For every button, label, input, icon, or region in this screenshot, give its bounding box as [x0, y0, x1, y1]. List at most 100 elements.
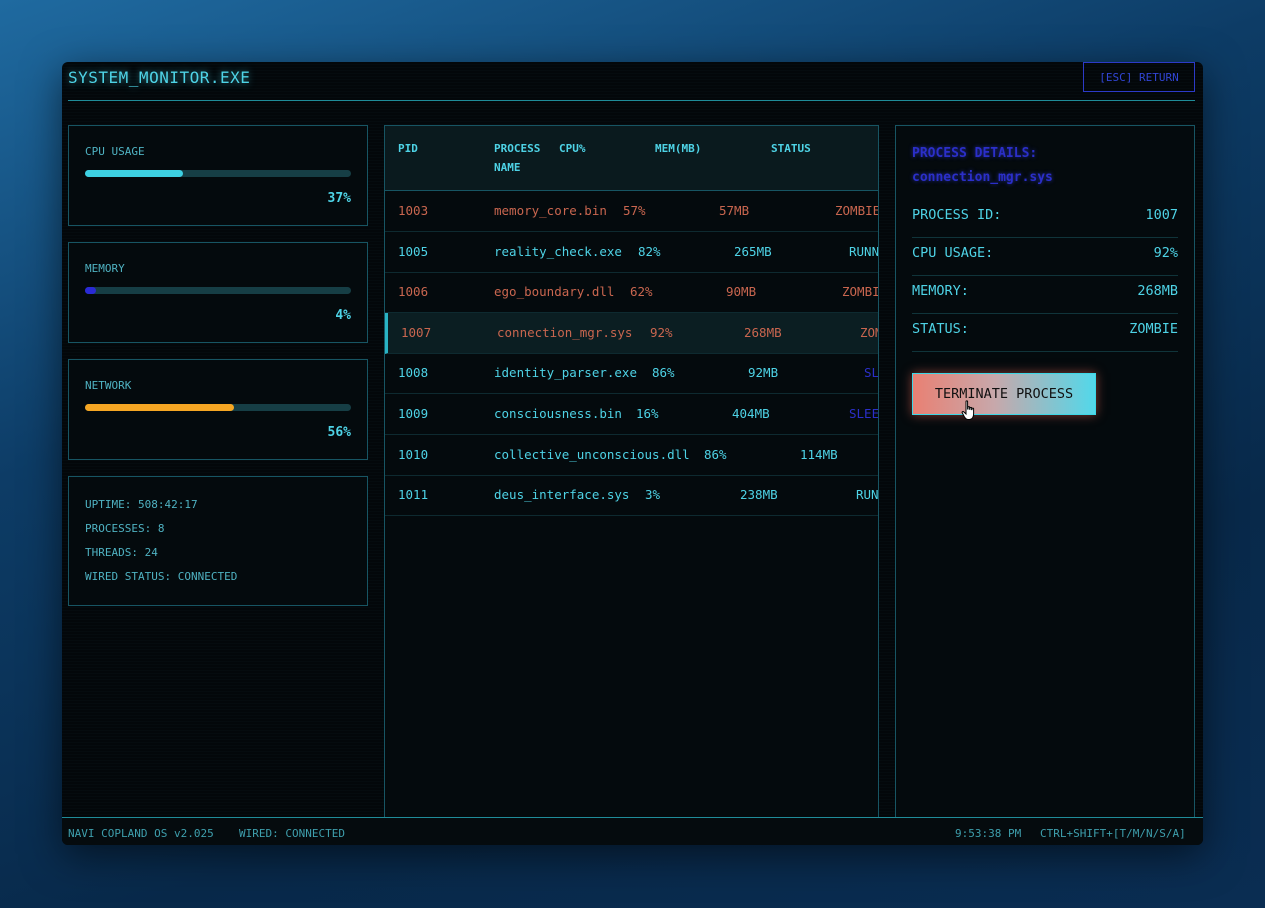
network-value: 56% [327, 425, 351, 440]
cpu-usage-value: 37% [327, 191, 351, 206]
os-version-text: NAVI COPLAND OS v2.025 [68, 827, 214, 840]
uptime-text: UPTIME: 508:42:17 [85, 498, 198, 511]
cell-mem: 404MB [732, 406, 770, 421]
cell-cpu: 62% [630, 284, 653, 300]
shortcuts-text: CTRL+SHIFT+[T/M/N/S/A] [1040, 827, 1186, 840]
cell-status: SLEE [849, 406, 879, 421]
cell-status: ZOMBI [842, 284, 879, 300]
header-process-line2: NAME [494, 161, 521, 174]
cpu-usage-label: CPU USAGE [85, 145, 145, 158]
cell-mem: 114MB [800, 446, 838, 462]
header-process-line1: PROCESS [494, 142, 541, 155]
process-details-panel: PROCESS DETAILS: connection_mgr.sys PROC… [895, 125, 1195, 818]
esc-return-button[interactable]: [ESC] RETURN [1083, 62, 1195, 92]
detail-row-cpu: CPU USAGE: 92% [912, 237, 1178, 276]
cell-pid: 1007 [401, 324, 432, 340]
cell-process-name: consciousness.bin [494, 406, 622, 421]
detail-row-status: STATUS: ZOMBIE [912, 313, 1178, 352]
cpu-usage-bar [85, 170, 351, 177]
cpu-usage-bar-fill [85, 170, 184, 177]
table-row[interactable]: 1011 deus_interface.sys 3% 238MB RUN [385, 475, 879, 517]
process-table: PID PROCESS NAME CPU% MEM(MB) STATUS 100… [384, 125, 879, 818]
cell-cpu: 86% [652, 365, 675, 381]
cell-status: RUN [856, 487, 879, 503]
cell-pid: 1003 [398, 203, 429, 218]
header-process-name[interactable]: PROCESS NAME [494, 139, 540, 177]
detail-value: 268MB [1137, 283, 1178, 299]
memory-bar [85, 287, 351, 294]
cell-pid: 1008 [398, 365, 429, 381]
header-mem[interactable]: MEM(MB) [655, 139, 701, 158]
detail-key: STATUS: [912, 321, 969, 337]
details-heading: PROCESS DETAILS: [912, 146, 1038, 161]
cell-pid: 1006 [398, 284, 429, 300]
network-panel: NETWORK 56% [68, 359, 368, 460]
table-row[interactable]: 1009 consciousness.bin 16% 404MB SLEE [385, 394, 878, 435]
table-header: PID PROCESS NAME CPU% MEM(MB) STATUS [385, 126, 878, 191]
terminate-process-label: TERMINATE PROCESS [934, 386, 1074, 402]
cell-mem: 265MB [734, 243, 772, 259]
cell-status: SL [864, 365, 879, 381]
detail-row-memory: MEMORY: 268MB [912, 275, 1178, 314]
cell-mem: 90MB [726, 284, 757, 300]
header-pid[interactable]: PID [398, 139, 418, 158]
cell-cpu: 92% [650, 324, 673, 340]
cell-cpu: 57% [623, 203, 646, 218]
threads-count-text: THREADS: 24 [85, 546, 158, 559]
cell-process-name: collective_unconscious.dll [494, 446, 690, 462]
cell-pid: 1009 [398, 406, 429, 421]
table-row[interactable]: 1010 collective_unconscious.dll 86% 114MB [385, 435, 878, 476]
cell-process-name: identity_parser.exe [494, 365, 637, 381]
table-row[interactable]: 1003 memory_core.bin 57% 57MB ZOMBIE [385, 191, 878, 232]
network-bar [85, 404, 351, 411]
detail-value: 92% [1153, 245, 1178, 261]
title-divider [68, 100, 1195, 101]
detail-row-pid: PROCESS ID: 1007 [912, 199, 1178, 238]
wired-status-text: WIRED STATUS: CONNECTED [85, 570, 238, 583]
cpu-usage-panel: CPU USAGE 37% [68, 125, 368, 226]
cell-process-name: reality_check.exe [494, 243, 622, 259]
table-row[interactable]: 1008 identity_parser.exe 86% 92MB SL [385, 353, 879, 395]
cell-cpu: 82% [638, 243, 661, 259]
cell-mem: 92MB [748, 365, 779, 381]
system-monitor-window: SYSTEM_MONITOR.EXE [ESC] RETURN CPU USAG… [62, 62, 1203, 845]
memory-bar-fill [85, 287, 96, 294]
system-info-panel: UPTIME: 508:42:17 PROCESSES: 8 THREADS: … [68, 476, 368, 606]
table-row[interactable]: 1005 reality_check.exe 82% 265MB RUNN [385, 232, 878, 273]
wired-connection-text: WIRED: CONNECTED [239, 827, 345, 840]
cell-cpu: 3% [645, 487, 661, 503]
cell-cpu: 86% [704, 446, 727, 462]
clock-text: 9:53:38 PM [955, 827, 1022, 840]
cell-process-name: deus_interface.sys [494, 487, 630, 503]
status-bar: NAVI COPLAND OS v2.025 WIRED: CONNECTED … [62, 817, 1203, 845]
cell-mem: 268MB [744, 324, 782, 340]
detail-key: PROCESS ID: [912, 207, 1002, 223]
terminate-process-button[interactable]: TERMINATE PROCESS [912, 373, 1096, 420]
cell-mem: 238MB [740, 487, 778, 503]
cell-pid: 1011 [398, 487, 429, 503]
memory-value: 4% [335, 308, 351, 323]
cell-process-name: memory_core.bin [494, 203, 607, 218]
memory-panel: MEMORY 4% [68, 242, 368, 343]
network-label: NETWORK [85, 379, 132, 392]
detail-key: MEMORY: [912, 283, 969, 299]
cell-process-name: connection_mgr.sys [497, 324, 633, 340]
table-row[interactable]: 1006 ego_boundary.dll 62% 90MB ZOMBI [385, 272, 879, 314]
cell-status: RUNN [849, 243, 879, 259]
header-status[interactable]: STATUS [771, 139, 811, 158]
table-row-selected[interactable]: 1007 connection_mgr.sys 92% 268MB ZOM [385, 312, 878, 354]
cell-status: ZOMBIE [835, 203, 879, 218]
cell-pid: 1010 [398, 446, 429, 462]
header-cpu[interactable]: CPU% [559, 139, 586, 158]
window-title: SYSTEM_MONITOR.EXE [68, 68, 251, 87]
cell-process-name: ego_boundary.dll [494, 284, 615, 300]
detail-value: ZOMBIE [1129, 321, 1178, 337]
cell-status: ZOM [860, 324, 878, 340]
processes-count-text: PROCESSES: 8 [85, 522, 165, 535]
detail-key: CPU USAGE: [912, 245, 994, 261]
memory-label: MEMORY [85, 262, 125, 275]
cell-cpu: 16% [636, 406, 659, 421]
details-process-name: connection_mgr.sys [912, 170, 1053, 185]
detail-value: 1007 [1145, 207, 1178, 223]
cell-pid: 1005 [398, 243, 429, 259]
